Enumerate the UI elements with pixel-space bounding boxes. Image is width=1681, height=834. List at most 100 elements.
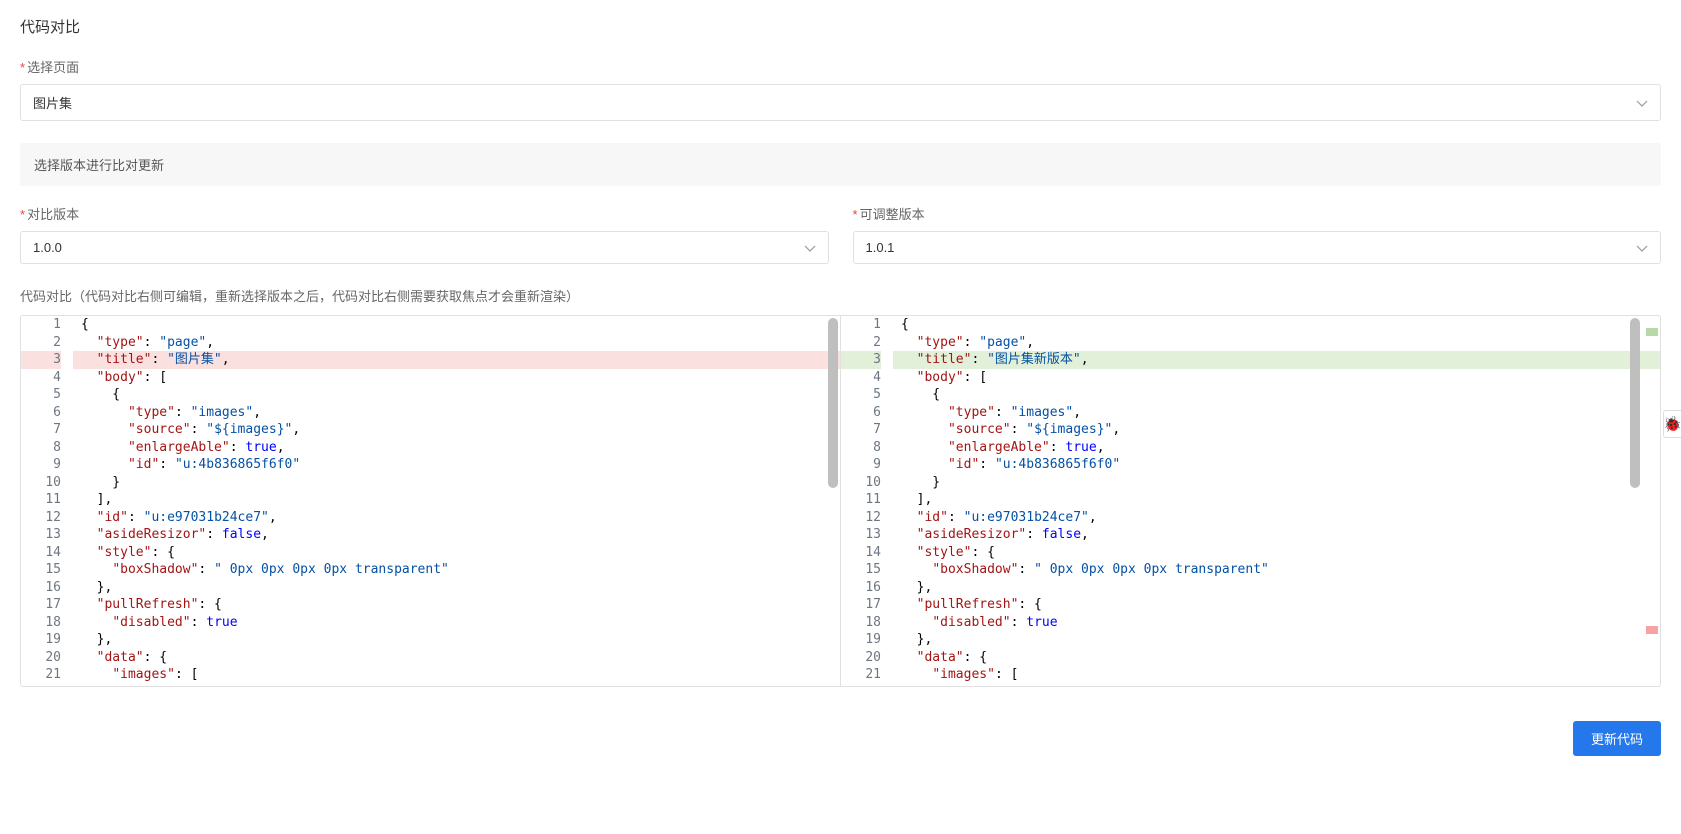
compare-version-select[interactable]: 1.0.0 <box>20 231 829 264</box>
code-line[interactable]: "type": "page", <box>893 334 1660 352</box>
compare-version-label: 对比版本 <box>20 204 829 223</box>
code-line[interactable]: "type": "images", <box>73 404 840 422</box>
chevron-down-icon <box>1636 242 1648 254</box>
adjustable-version-label: 可调整版本 <box>853 204 1662 223</box>
code-line[interactable]: "id": "u:e97031b24ce7", <box>73 509 840 527</box>
line-number: 11 <box>841 491 881 509</box>
scrollbar-thumb[interactable] <box>828 318 838 488</box>
line-number: 17 <box>841 596 881 614</box>
line-number: 13 <box>841 526 881 544</box>
code-line[interactable]: ], <box>73 491 840 509</box>
code-line[interactable]: "enlargeAble": true, <box>73 439 840 457</box>
compare-version-value: 1.0.0 <box>33 240 62 255</box>
update-code-button[interactable]: 更新代码 <box>1573 721 1661 756</box>
line-number: 6 <box>841 404 881 422</box>
code-line[interactable]: "enlargeAble": true, <box>893 439 1660 457</box>
scrollbar-left[interactable] <box>826 316 840 686</box>
code-line[interactable]: "style": { <box>73 544 840 562</box>
line-number: 6 <box>21 404 61 422</box>
code-line[interactable]: "pullRefresh": { <box>893 596 1660 614</box>
code-line[interactable]: } <box>73 474 840 492</box>
line-number: 17 <box>21 596 61 614</box>
code-line[interactable]: ], <box>893 491 1660 509</box>
line-number: 18 <box>21 614 61 632</box>
line-number: 20 <box>841 649 881 667</box>
code-line[interactable]: "images": [ <box>73 666 840 684</box>
select-page-label: 选择页面 <box>20 57 1661 76</box>
line-number: 8 <box>21 439 61 457</box>
scrollbar-right[interactable] <box>1628 316 1642 686</box>
line-number: 13 <box>21 526 61 544</box>
line-number: 20 <box>21 649 61 667</box>
line-number: 9 <box>841 456 881 474</box>
code-line[interactable]: }, <box>893 579 1660 597</box>
code-line[interactable]: }, <box>73 631 840 649</box>
line-number: 4 <box>841 369 881 387</box>
code-line[interactable]: "disabled": true <box>893 614 1660 632</box>
code-line[interactable]: } <box>893 474 1660 492</box>
code-line[interactable]: "type": "images", <box>893 404 1660 422</box>
code-line[interactable]: { <box>73 386 840 404</box>
code-line[interactable]: "pullRefresh": { <box>73 596 840 614</box>
code-line[interactable]: "images": [ <box>893 666 1660 684</box>
select-page-input[interactable]: 图片集 <box>20 84 1661 121</box>
code-line[interactable]: "boxShadow": " 0px 0px 0px 0px transpare… <box>893 561 1660 579</box>
code-line[interactable]: "disabled": true <box>73 614 840 632</box>
code-line[interactable]: "type": "page", <box>73 334 840 352</box>
line-number: 18 <box>841 614 881 632</box>
adjustable-version-select[interactable]: 1.0.1 <box>853 231 1662 264</box>
code-line[interactable]: { <box>893 386 1660 404</box>
line-number: 10 <box>841 474 881 492</box>
line-number: 19 <box>841 631 881 649</box>
code-line[interactable]: { <box>73 316 840 334</box>
scrollbar-thumb[interactable] <box>1630 318 1640 488</box>
diff-note: 代码对比（代码对比右侧可编辑，重新选择版本之后，代码对比右侧需要获取焦点才会重新… <box>20 286 1661 305</box>
minimap-change-marker <box>1646 328 1658 336</box>
code-line[interactable]: "source": "${images}", <box>893 421 1660 439</box>
line-number: 21 <box>841 666 881 684</box>
line-number: 21 <box>21 666 61 684</box>
diff-right-pane[interactable]: 123456789101112131415161718192021 { "typ… <box>841 316 1660 686</box>
line-number: 7 <box>21 421 61 439</box>
code-line[interactable]: "asideResizor": false, <box>73 526 840 544</box>
code-line[interactable]: "id": "u:4b836865f6f0" <box>73 456 840 474</box>
code-line[interactable]: "title": "图片集", <box>73 351 840 369</box>
code-line[interactable]: "source": "${images}", <box>73 421 840 439</box>
adjustable-version-value: 1.0.1 <box>866 240 895 255</box>
line-number: 5 <box>21 386 61 404</box>
line-number: 7 <box>841 421 881 439</box>
line-number: 10 <box>21 474 61 492</box>
code-line[interactable]: }, <box>73 579 840 597</box>
line-number: 2 <box>21 334 61 352</box>
code-line[interactable]: "body": [ <box>73 369 840 387</box>
line-number: 2 <box>841 334 881 352</box>
code-line[interactable]: "data": { <box>73 649 840 667</box>
code-line[interactable]: "id": "u:4b836865f6f0" <box>893 456 1660 474</box>
page-title: 代码对比 <box>20 16 1661 37</box>
code-line[interactable]: "body": [ <box>893 369 1660 387</box>
debug-toggle-icon[interactable]: 🐞 <box>1663 410 1681 438</box>
code-line[interactable]: "style": { <box>893 544 1660 562</box>
code-line[interactable]: "title": "图片集新版本", <box>893 351 1660 369</box>
line-number: 15 <box>841 561 881 579</box>
line-number: 14 <box>841 544 881 562</box>
code-line[interactable]: "asideResizor": false, <box>893 526 1660 544</box>
code-line[interactable]: "boxShadow": " 0px 0px 0px 0px transpare… <box>73 561 840 579</box>
line-number: 5 <box>841 386 881 404</box>
chevron-down-icon <box>804 242 816 254</box>
chevron-down-icon <box>1636 97 1648 109</box>
code-line[interactable]: "data": { <box>893 649 1660 667</box>
code-line[interactable]: }, <box>893 631 1660 649</box>
line-number: 14 <box>21 544 61 562</box>
code-line[interactable]: "id": "u:e97031b24ce7", <box>893 509 1660 527</box>
code-line[interactable]: { <box>893 316 1660 334</box>
line-number: 4 <box>21 369 61 387</box>
minimap-right[interactable] <box>1642 316 1660 686</box>
line-number: 1 <box>21 316 61 334</box>
line-number: 12 <box>841 509 881 527</box>
diff-container: 123456789101112131415161718192021 { "typ… <box>20 315 1661 687</box>
line-number: 16 <box>21 579 61 597</box>
line-number: 12 <box>21 509 61 527</box>
diff-left-pane[interactable]: 123456789101112131415161718192021 { "typ… <box>21 316 841 686</box>
line-number: 19 <box>21 631 61 649</box>
